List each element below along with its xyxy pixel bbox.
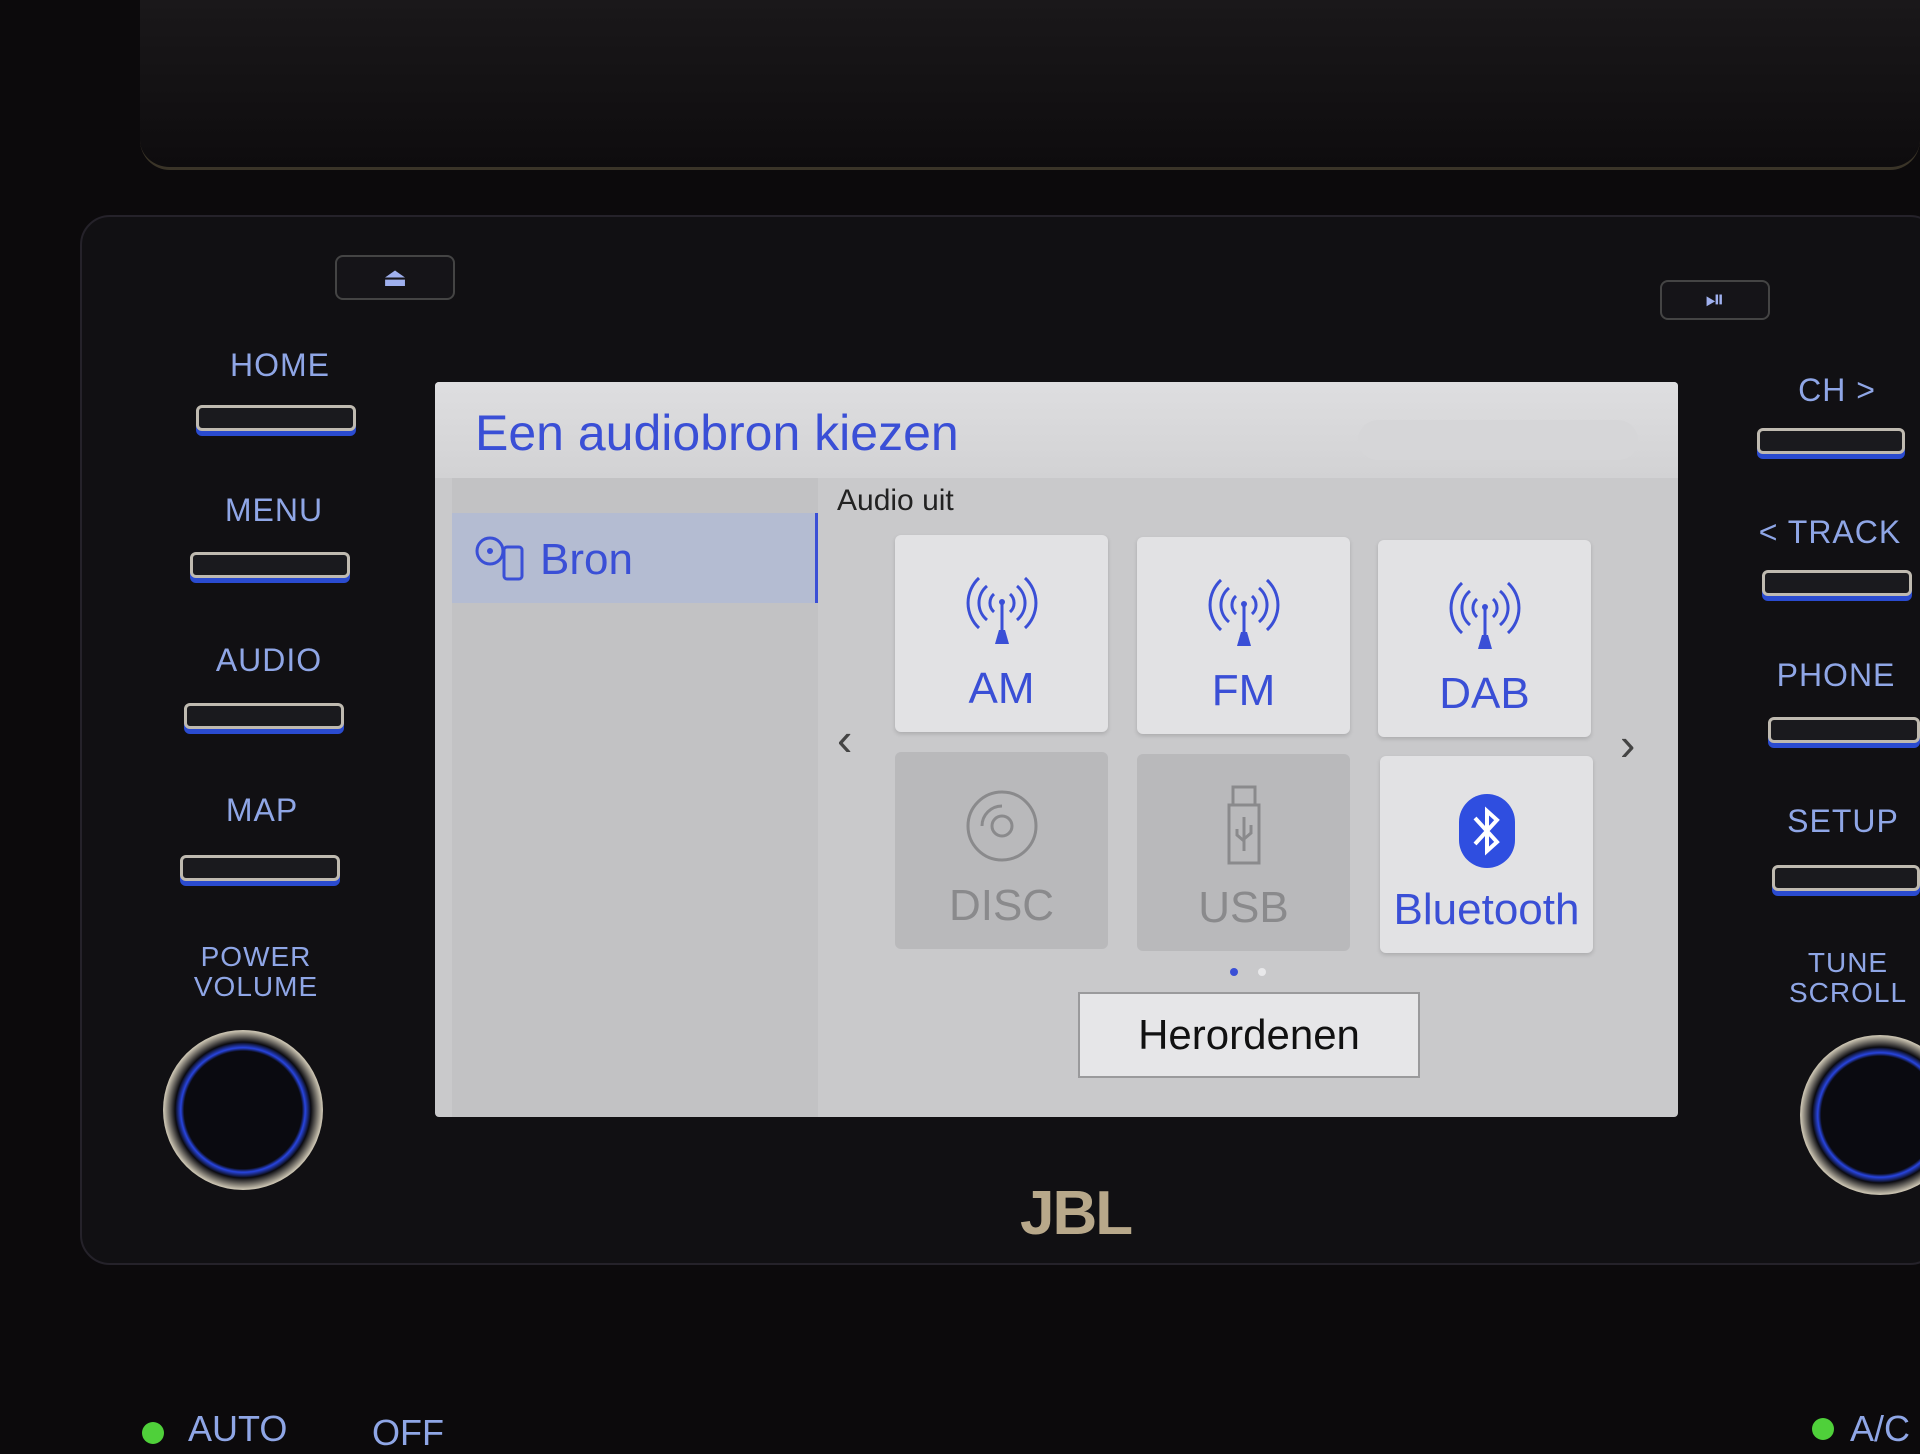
climate-auto-label[interactable]: AUTO	[188, 1408, 287, 1450]
next-page-arrow[interactable]: ›	[1620, 717, 1635, 771]
home-button[interactable]	[196, 405, 356, 431]
map-label: MAP	[225, 792, 299, 828]
power-volume-knob[interactable]	[163, 1030, 323, 1190]
audio-label: AUDIO	[215, 642, 323, 678]
source-label: DISC	[948, 881, 1055, 930]
phone-label: PHONE	[1776, 657, 1896, 693]
audio-button[interactable]	[184, 703, 344, 729]
ac-indicator	[1812, 1418, 1834, 1440]
source-tile-disc: DISC	[895, 752, 1108, 949]
source-icon	[475, 536, 524, 581]
page-dot-active	[1230, 968, 1238, 976]
play-pause-button[interactable]: ⏯	[1660, 280, 1770, 320]
setup-button[interactable]	[1772, 865, 1920, 891]
source-tile-am[interactable]: AM	[895, 535, 1108, 732]
source-label: USB	[1198, 883, 1289, 932]
antenna-icon	[957, 574, 1047, 654]
volume-text: VOLUME	[193, 971, 319, 1002]
source-tile-fm[interactable]: FM	[1137, 537, 1350, 734]
source-tile-bluetooth[interactable]: Bluetooth	[1380, 756, 1593, 953]
ch-button[interactable]	[1757, 428, 1905, 454]
power-text: POWER	[200, 941, 312, 972]
map-button[interactable]	[180, 855, 340, 881]
climate-off-label[interactable]: OFF	[372, 1412, 444, 1454]
page-title: Een audiobron kiezen	[475, 405, 959, 461]
jbl-logo: JBL	[1020, 1179, 1133, 1248]
menu-button[interactable]	[190, 552, 350, 578]
phone-button[interactable]	[1768, 717, 1920, 743]
antenna-icon	[1199, 576, 1289, 656]
previous-page-arrow[interactable]: ‹	[837, 712, 852, 766]
air-vent	[140, 0, 1920, 170]
scroll-text: SCROLL	[1788, 977, 1908, 1008]
climate-ac-label[interactable]: A/C	[1850, 1408, 1910, 1450]
menu-label: MENU	[224, 492, 324, 528]
touchscreen: Een audiobron kiezen Bron Audio uit ‹ › …	[435, 382, 1678, 1117]
status-area	[1358, 420, 1638, 460]
tune-text: TUNE	[1807, 947, 1889, 978]
bluetooth-icon	[1457, 792, 1517, 875]
track-button[interactable]	[1762, 570, 1912, 596]
disc-icon	[962, 786, 1042, 871]
source-label: Bluetooth	[1393, 885, 1580, 934]
ch-label: CH >	[1798, 372, 1876, 408]
power-volume-label: POWER VOLUME	[156, 942, 356, 1002]
track-label: < TRACK	[1758, 514, 1902, 550]
screen-header: Een audiobron kiezen	[435, 382, 1678, 478]
sidebar: Bron	[452, 478, 818, 1117]
usb-icon	[1219, 783, 1269, 873]
source-tile-usb: USB	[1137, 754, 1350, 951]
source-tile-dab[interactable]: DAB	[1378, 540, 1591, 737]
sidebar-item-label: Bron	[540, 535, 633, 584]
eject-button[interactable]: ⏏	[335, 255, 455, 300]
tune-scroll-label: TUNE SCROLL	[1748, 948, 1920, 1008]
sidebar-item-bron[interactable]: Bron	[452, 513, 818, 603]
source-label: FM	[1211, 666, 1276, 715]
home-label: HOME	[230, 347, 330, 383]
antenna-icon	[1440, 579, 1530, 659]
source-label: DAB	[1439, 669, 1530, 718]
audio-status: Audio uit	[837, 484, 954, 517]
auto-indicator	[142, 1422, 164, 1444]
setup-label: SETUP	[1787, 803, 1899, 839]
source-label: AM	[968, 664, 1035, 713]
reorder-button[interactable]: Herordenen	[1078, 992, 1420, 1078]
page-dot	[1258, 968, 1266, 976]
